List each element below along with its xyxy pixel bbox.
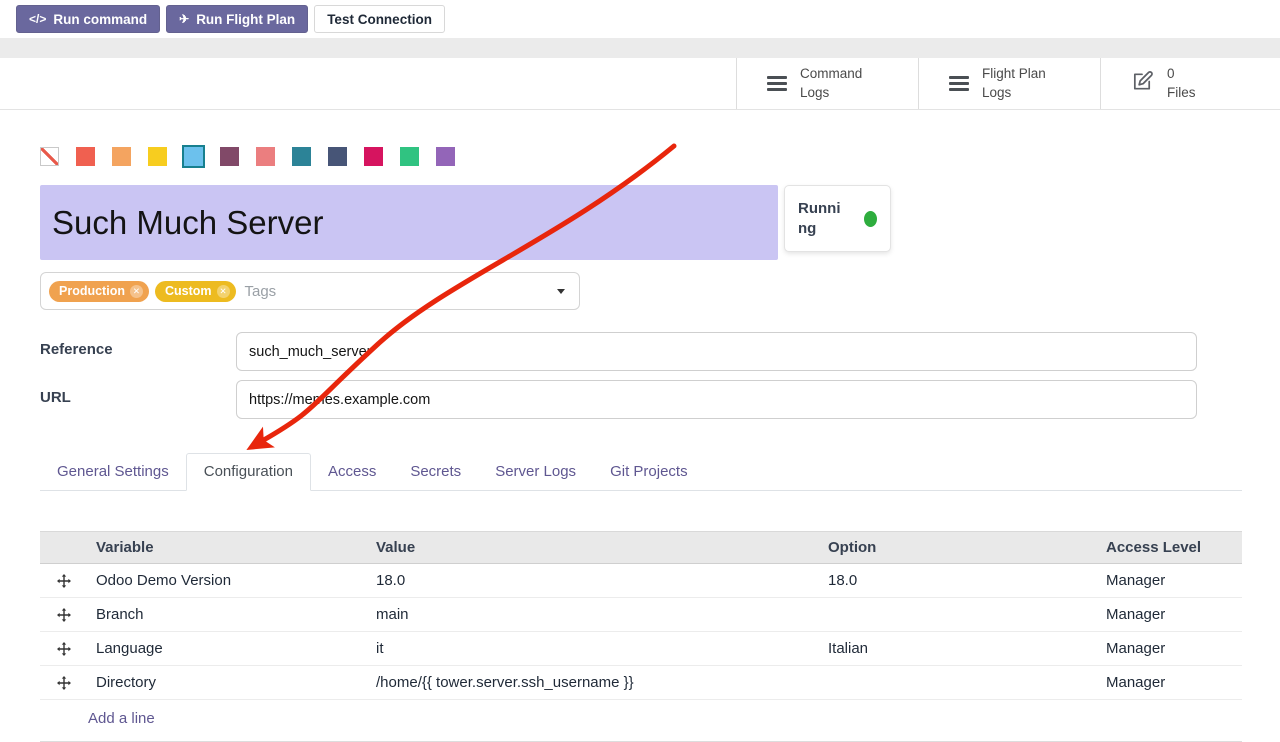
- files-label: 0 Files: [1167, 65, 1196, 101]
- tab-general-settings[interactable]: General Settings: [40, 454, 186, 490]
- tag-label: Production: [59, 284, 125, 298]
- form-content: Such Much Server Running Production ✕ Cu…: [40, 110, 1242, 742]
- header-variable: Variable: [88, 539, 368, 556]
- cell-value[interactable]: /home/{{ tower.server.ssh_username }}: [368, 674, 820, 691]
- title-row: Such Much Server Running: [40, 185, 1242, 260]
- color-swatch-8[interactable]: [328, 147, 347, 166]
- drag-handle-icon[interactable]: [40, 676, 88, 690]
- color-swatch-1[interactable]: [76, 147, 95, 166]
- color-swatch-10[interactable]: [400, 147, 419, 166]
- stat-button-row: Command Logs Flight Plan Logs 0 Files: [0, 58, 1280, 110]
- reference-row: Reference: [40, 332, 1242, 371]
- cell-variable[interactable]: Odoo Demo Version: [88, 572, 368, 589]
- table-row[interactable]: Language it Italian Manager: [40, 632, 1242, 666]
- server-name-field[interactable]: Such Much Server: [40, 185, 778, 260]
- run-command-label: Run command: [53, 12, 147, 27]
- header-value: Value: [368, 539, 820, 556]
- tag-production[interactable]: Production ✕: [49, 281, 149, 302]
- flight-plan-logs-label: Flight Plan Logs: [982, 65, 1046, 101]
- command-logs-button[interactable]: Command Logs: [736, 58, 918, 109]
- header-access-level: Access Level: [1098, 539, 1242, 556]
- run-flight-plan-label: Run Flight Plan: [196, 12, 295, 27]
- cell-access-level[interactable]: Manager: [1098, 674, 1242, 691]
- color-swatch-11[interactable]: [436, 147, 455, 166]
- add-line-link[interactable]: Add a line: [88, 710, 155, 727]
- color-swatch-4-selected[interactable]: [184, 147, 203, 166]
- edit-pencil-icon: [1131, 70, 1154, 98]
- url-input[interactable]: [236, 380, 1197, 419]
- dropdown-caret-icon[interactable]: [557, 289, 565, 294]
- cell-value[interactable]: main: [368, 606, 820, 623]
- variables-table: Variable Value Option Access Level Odoo …: [40, 531, 1242, 742]
- drag-handle-icon[interactable]: [40, 642, 88, 656]
- status-card[interactable]: Running: [784, 185, 891, 252]
- cell-access-level[interactable]: Manager: [1098, 640, 1242, 657]
- color-swatch-2[interactable]: [112, 147, 131, 166]
- cell-option[interactable]: 18.0: [820, 572, 1098, 589]
- color-swatch-3[interactable]: [148, 147, 167, 166]
- table-header: Variable Value Option Access Level: [40, 531, 1242, 564]
- reference-label: Reference: [40, 332, 236, 358]
- tab-bar: General Settings Configuration Access Se…: [40, 453, 1242, 491]
- tag-remove-icon[interactable]: ✕: [217, 285, 230, 298]
- menu-bars-icon: [767, 76, 787, 91]
- add-line-row: Add a line: [40, 700, 1242, 742]
- code-icon: </>: [29, 12, 46, 26]
- test-connection-label: Test Connection: [327, 12, 432, 27]
- drag-handle-icon[interactable]: [40, 574, 88, 588]
- cell-variable[interactable]: Branch: [88, 606, 368, 623]
- cell-value[interactable]: 18.0: [368, 572, 820, 589]
- tab-git-projects[interactable]: Git Projects: [593, 454, 705, 490]
- color-swatch-7[interactable]: [292, 147, 311, 166]
- tab-access[interactable]: Access: [311, 454, 393, 490]
- status-dot: [864, 211, 877, 227]
- top-toolbar: </> Run command ✈ Run Flight Plan Test C…: [0, 0, 1280, 38]
- tags-placeholder: Tags: [245, 283, 277, 300]
- cell-access-level[interactable]: Manager: [1098, 606, 1242, 623]
- plane-icon: ✈: [179, 12, 189, 26]
- tag-remove-icon[interactable]: ✕: [130, 285, 143, 298]
- cell-variable[interactable]: Directory: [88, 674, 368, 691]
- color-swatch-6[interactable]: [256, 147, 275, 166]
- files-button[interactable]: 0 Files: [1100, 58, 1280, 109]
- tab-secrets[interactable]: Secrets: [393, 454, 478, 490]
- status-label: Running: [798, 199, 844, 238]
- url-row: URL: [40, 380, 1242, 419]
- stat-buttons: Command Logs Flight Plan Logs 0 Files: [736, 58, 1280, 109]
- drag-handle-icon[interactable]: [40, 608, 88, 622]
- server-name: Such Much Server: [52, 204, 323, 242]
- divider-band: [0, 38, 1280, 58]
- table-row[interactable]: Directory /home/{{ tower.server.ssh_user…: [40, 666, 1242, 700]
- cell-variable[interactable]: Language: [88, 640, 368, 657]
- tab-server-logs[interactable]: Server Logs: [478, 454, 593, 490]
- test-connection-button[interactable]: Test Connection: [314, 5, 445, 33]
- cell-option[interactable]: Italian: [820, 640, 1098, 657]
- color-swatch-5[interactable]: [220, 147, 239, 166]
- tag-label: Custom: [165, 284, 212, 298]
- toolbar-buttons: </> Run command ✈ Run Flight Plan Test C…: [16, 5, 445, 33]
- table-row[interactable]: Branch main Manager: [40, 598, 1242, 632]
- tag-custom[interactable]: Custom ✕: [155, 281, 236, 302]
- color-swatch-9[interactable]: [364, 147, 383, 166]
- table-row[interactable]: Odoo Demo Version 18.0 18.0 Manager: [40, 564, 1242, 598]
- run-command-button[interactable]: </> Run command: [16, 5, 160, 33]
- flight-plan-logs-button[interactable]: Flight Plan Logs: [918, 58, 1100, 109]
- command-logs-label: Command Logs: [800, 65, 862, 101]
- color-picker: [40, 147, 1242, 166]
- url-label: URL: [40, 380, 236, 406]
- menu-bars-icon: [949, 76, 969, 91]
- cell-value[interactable]: it: [368, 640, 820, 657]
- header-option: Option: [820, 539, 1098, 556]
- color-swatch-none[interactable]: [40, 147, 59, 166]
- reference-input[interactable]: [236, 332, 1197, 371]
- tags-field[interactable]: Production ✕ Custom ✕ Tags: [40, 272, 580, 310]
- tab-configuration[interactable]: Configuration: [186, 453, 311, 491]
- cell-access-level[interactable]: Manager: [1098, 572, 1242, 589]
- run-flight-plan-button[interactable]: ✈ Run Flight Plan: [166, 5, 308, 33]
